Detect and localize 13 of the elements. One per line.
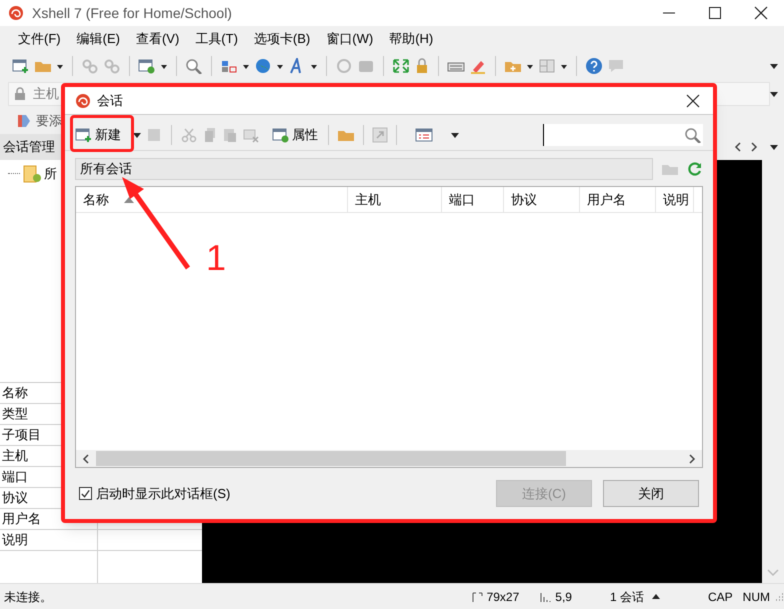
status-text: 未连接。 [4, 588, 52, 606]
session-count: 1 会话 [610, 588, 644, 606]
path-field: 所有会话 [75, 158, 653, 180]
links-bar-text: 要添 [36, 112, 62, 130]
annotation-number: 1 [206, 240, 226, 276]
property-name: 说明 [0, 530, 98, 550]
window-title: Xshell 7 (Free for Home/School) [32, 4, 232, 23]
terminal-size: 79x27 [486, 588, 520, 606]
num-lock-indicator: NUM [742, 588, 770, 606]
dialog-title: 会话 [97, 92, 124, 110]
cursor-position: 5,9 [555, 588, 572, 606]
caps-lock-indicator: CAP [708, 588, 733, 606]
checkbox-label: 启动时显示此对话框(S) [96, 484, 230, 503]
